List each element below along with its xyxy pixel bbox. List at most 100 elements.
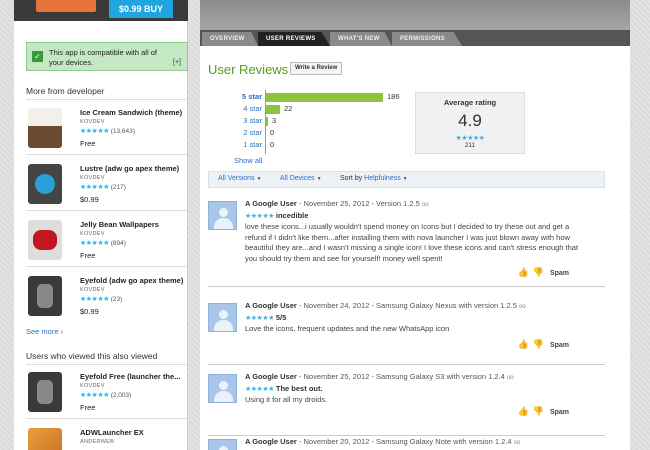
more-from-developer-title: More from developer [26, 86, 105, 96]
avatar-head-shape [219, 208, 228, 217]
page-title: User Reviews [208, 62, 289, 77]
app-item[interactable]: Eyefold Free (launcher the... KOVDEV ★★★… [26, 372, 188, 416]
show-all-link[interactable]: Show all [234, 156, 262, 165]
spam-button[interactable]: Spam [550, 342, 569, 349]
thumbs-down-icon[interactable]: 👎 [533, 267, 544, 278]
review-header: A Google User - November 25, 2012 - Sams… [245, 372, 514, 381]
app-price: $0.99 [80, 307, 99, 316]
histogram-count: 22 [284, 104, 293, 113]
review-header: A Google User - November 20, 2012 - Sams… [245, 437, 520, 446]
avatar [208, 303, 237, 332]
app-item[interactable]: Jelly Bean Wallpapers KOVDEV ★★★★★ (894)… [26, 220, 188, 264]
review-author: A Google User [245, 199, 297, 208]
rating-count: (2,003) [110, 392, 132, 399]
histogram-label[interactable]: 2 star [228, 128, 262, 137]
thumbs-up-icon[interactable]: 👍 [518, 339, 529, 350]
review-actions: 👍 👎 Spam [518, 406, 569, 417]
histogram-row[interactable]: 3 star 3 [228, 116, 388, 127]
rating-count: (13,643) [110, 128, 135, 135]
expand-devices-toggle[interactable]: [+] [173, 59, 181, 66]
review-item: A Google User - November 25, 2012 - Sams… [208, 366, 605, 436]
review-rating-line: ★★★★★ incedible [245, 211, 308, 220]
histogram-label[interactable]: 3 star [228, 116, 262, 125]
histogram-row[interactable]: 5 star 186 [228, 92, 400, 103]
app-item[interactable]: ADWLauncher EX ANDERWEB [26, 428, 188, 450]
review-header: A Google User - November 24, 2012 - Sams… [245, 301, 526, 310]
app-item[interactable]: Eyefold (adw go apex theme) KOVDEV ★★★★★… [26, 276, 188, 320]
tab-permissions[interactable]: PERMISSIONS [392, 32, 462, 46]
header-banner [200, 0, 630, 30]
spam-button[interactable]: Spam [550, 270, 569, 277]
app-developer: KOVDEV [80, 175, 105, 181]
app-name: Eyefold Free (launcher the... [80, 372, 181, 381]
histogram-row[interactable]: 2 star 0 [228, 128, 388, 139]
app-rating: ★★★★★ (23) [80, 295, 122, 303]
review-title: 5/5 [275, 313, 287, 322]
write-review-button[interactable]: Write a Review [290, 62, 343, 75]
app-item[interactable]: Ice Cream Sandwich (theme) KOVDEV ★★★★★ … [26, 108, 188, 152]
rating-count: (217) [110, 184, 126, 191]
histogram-count: 3 [272, 116, 277, 125]
device-info-icon: oo [421, 202, 429, 208]
app-thumbnail [28, 108, 62, 148]
checkmark-icon: ✓ [32, 51, 43, 62]
histogram-row[interactable]: 1 star 0 [228, 140, 388, 151]
histogram-label[interactable]: 5 star [228, 92, 262, 101]
review-meta: - November 25, 2012 - Samsung Galaxy S3 … [296, 372, 505, 381]
compatibility-message: This app is compatible with all of your … [49, 48, 157, 67]
thumbs-up-icon[interactable]: 👍 [518, 267, 529, 278]
tab-user-reviews[interactable]: USER REVIEWS [258, 32, 330, 46]
tab-overview[interactable]: OVERVIEW [202, 32, 258, 46]
avatar-head-shape [219, 310, 228, 319]
divider [26, 154, 188, 155]
divider [208, 286, 605, 287]
histogram-label[interactable]: 1 star [228, 140, 262, 149]
app-thumbnail [28, 428, 62, 450]
compatibility-notice: ✓ This app is compatible with all of you… [26, 42, 188, 71]
histogram-row[interactable]: 4 star 22 [228, 104, 388, 115]
avatar [208, 201, 237, 230]
star-rating-icon: ★★★★★ [80, 240, 109, 247]
tab-bar: OVERVIEW USER REVIEWS WHAT'S NEW PERMISS… [200, 30, 630, 46]
devices-dropdown-label: All Devices [280, 175, 315, 182]
tab-whats-new[interactable]: WHAT'S NEW [330, 32, 392, 46]
thumbs-down-icon[interactable]: 👎 [533, 339, 544, 350]
versions-dropdown-label: All Versions [218, 175, 255, 182]
star-rating-icon: ★★★★★ [80, 184, 109, 191]
spam-button[interactable]: Spam [550, 409, 569, 416]
review-author: A Google User [245, 301, 297, 310]
devices-dropdown[interactable]: All Devices ▼ [280, 175, 322, 182]
buy-button[interactable]: $0.99 BUY [109, 0, 173, 18]
histogram-bar [266, 93, 383, 102]
reviews-panel: User Reviews Write a Review 5 star 186 4… [200, 46, 630, 450]
app-price: $0.99 [80, 195, 99, 204]
rating-count: (23) [110, 296, 123, 303]
device-info-icon: oo [519, 304, 526, 310]
divider [26, 266, 188, 267]
app-name: ADWLauncher EX [80, 428, 144, 437]
review-author: A Google User [245, 372, 297, 381]
histogram-label[interactable]: 4 star [228, 104, 262, 113]
app-developer: KOVDEV [80, 231, 105, 237]
review-actions: 👍 👎 Spam [518, 267, 569, 278]
sort-dropdown[interactable]: Sort by Helpfulness ▼ [340, 175, 408, 182]
divider [208, 364, 605, 365]
histogram-count: 186 [387, 92, 400, 101]
review-author: A Google User [245, 437, 297, 446]
review-text: Using it for all my droids. [245, 395, 328, 404]
sort-prefix: Sort by [340, 175, 363, 182]
avatar [208, 439, 237, 450]
see-more-link[interactable]: See more › [26, 327, 63, 336]
star-rating-icon: ★★★★★ [80, 296, 109, 303]
app-thumbnail [28, 276, 62, 316]
app-price: Free [80, 139, 96, 148]
thumbs-up-icon[interactable]: 👍 [518, 406, 529, 417]
divider [26, 99, 188, 100]
review-meta: - November 24, 2012 - Samsung Galaxy Nex… [296, 301, 517, 310]
review-item: A Google User - November 20, 2012 - Sams… [208, 431, 605, 450]
star-rating-icon: ★★★★★ [245, 213, 274, 220]
thumbs-down-icon[interactable]: 👎 [533, 406, 544, 417]
app-item[interactable]: Lustre (adw go apex theme) KOVDEV ★★★★★ … [26, 164, 188, 208]
also-viewed-title: Users who viewed this also viewed [26, 351, 158, 361]
versions-dropdown[interactable]: All Versions ▼ [218, 175, 261, 182]
